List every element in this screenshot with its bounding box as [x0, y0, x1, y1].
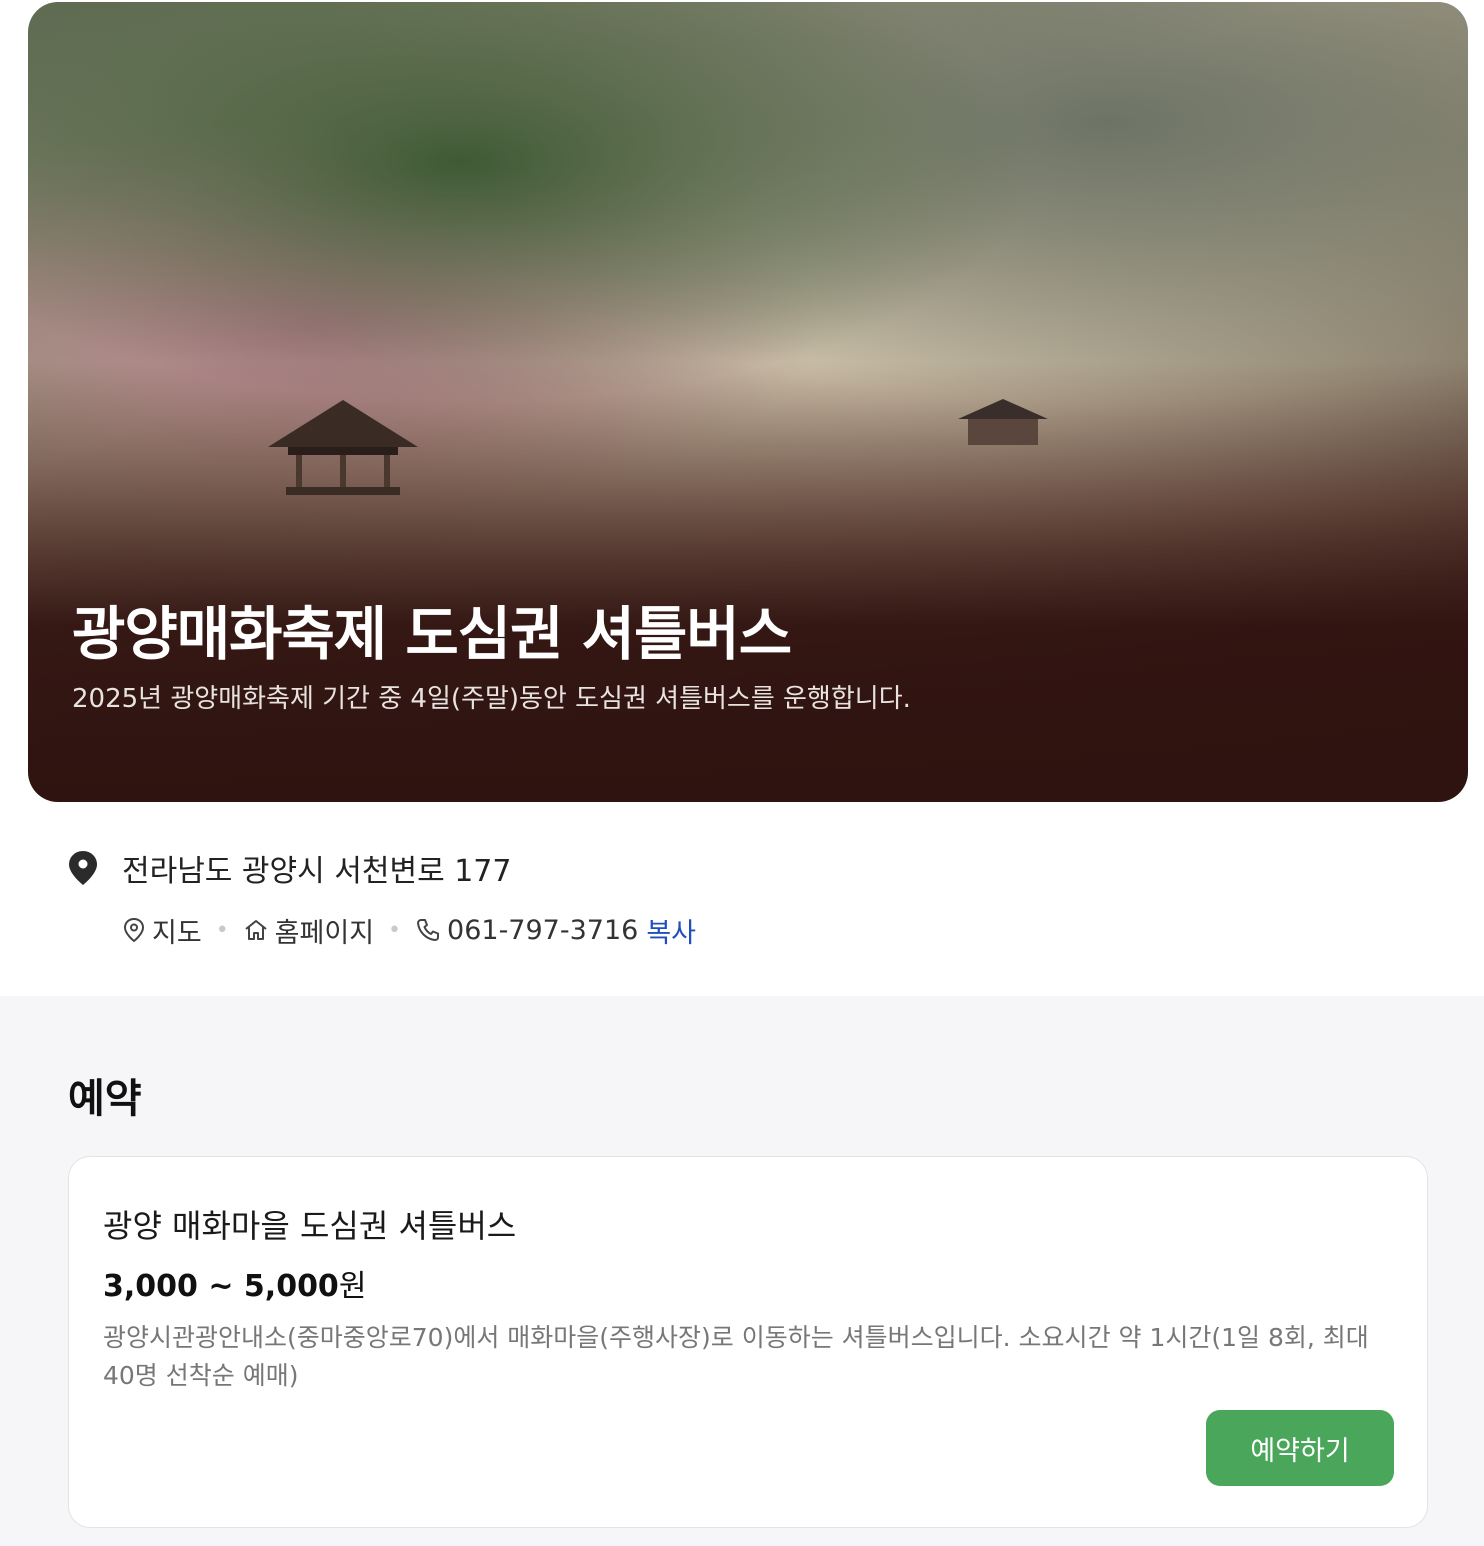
phone-link[interactable]: 061-797-3716	[415, 915, 638, 946]
address-text: 전라남도 광양시 서천변로 177	[122, 854, 512, 889]
homepage-link[interactable]: 홈페이지	[243, 911, 374, 950]
separator-dot: •	[388, 917, 402, 943]
phone-icon	[417, 919, 440, 941]
separator-dot: •	[215, 917, 229, 943]
hero-banner: 광양매화축제 도심권 셔틀버스 2025년 광양매화축제 기간 중 4일(주말)…	[28, 2, 1468, 802]
copy-phone-button[interactable]: 복사	[646, 911, 696, 950]
booking-card-description: 광양시관광안내소(중마중앙로70)에서 매화마을(주행사장)로 이동하는 셔틀버…	[103, 1323, 1369, 1390]
booking-section-title: 예약	[68, 1076, 142, 1122]
address-row: 전라남도 광양시 서천변로 177	[68, 846, 1448, 890]
page-title: 광양매화축제 도심권 셔틀버스	[72, 600, 792, 668]
price-unit: 원	[338, 1269, 367, 1304]
booking-card-price: 3,000 ~ 5,000원	[103, 1261, 366, 1305]
booking-card-title: 광양 매화마을 도심권 셔틀버스	[103, 1207, 517, 1245]
map-link-label: 지도	[152, 917, 202, 949]
map-pin-outline-icon	[123, 917, 145, 943]
booking-section: 예약 광양 매화마을 도심권 셔틀버스 3,000 ~ 5,000원 광양시관광…	[0, 996, 1484, 1546]
reserve-button[interactable]: 예약하기	[1206, 1410, 1394, 1486]
contact-links: 지도 • 홈페이지 • 061-797-3716 복사	[122, 910, 1448, 950]
map-link[interactable]: 지도	[122, 911, 202, 950]
pavilion-illustration	[268, 400, 418, 495]
price-range: 3,000 ~ 5,000	[103, 1269, 339, 1304]
place-info: 전라남도 광양시 서천변로 177 지도 • 홈페이지 • 061-797-37…	[68, 846, 1448, 950]
homepage-link-label: 홈페이지	[274, 917, 375, 949]
home-icon	[245, 920, 267, 940]
page-subtitle: 2025년 광양매화축제 기간 중 4일(주말)동안 도심권 셔틀버스를 운행합…	[72, 684, 911, 714]
booking-card: 광양 매화마을 도심권 셔틀버스 3,000 ~ 5,000원 광양시관광안내소…	[68, 1156, 1428, 1528]
location-pin-icon	[69, 851, 97, 885]
building-illustration	[958, 399, 1048, 445]
phone-number: 061-797-3716	[447, 914, 639, 946]
